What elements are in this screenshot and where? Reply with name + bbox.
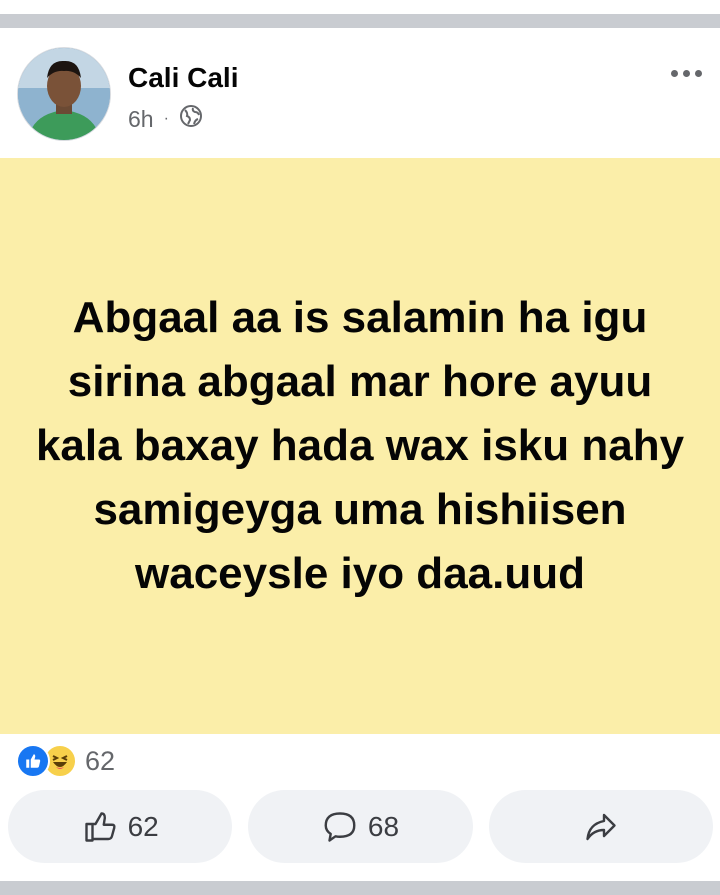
reaction-summary[interactable]: 62: [16, 744, 115, 778]
reaction-count: 62: [85, 745, 116, 776]
share-icon: [583, 809, 619, 845]
thumbs-up-icon: [82, 809, 118, 845]
post-time[interactable]: 6h: [128, 106, 154, 133]
more-options-icon[interactable]: [671, 70, 702, 77]
post-actions: 62 68: [8, 790, 713, 863]
comment-count: 68: [367, 810, 400, 842]
avatar[interactable]: [17, 47, 111, 141]
post-text: Abgaal aa is salamin ha igu sirina abgaa…: [35, 293, 685, 598]
author-name[interactable]: Cali Cali: [128, 62, 238, 94]
share-button[interactable]: [488, 790, 713, 863]
post-body: Abgaal aa is salamin ha igu sirina abgaa…: [0, 158, 720, 734]
post-meta: 6h ·: [128, 104, 203, 134]
like-reaction-icon: [16, 744, 50, 778]
comment-icon: [322, 809, 358, 845]
post-header: Cali Cali 6h ·: [0, 28, 720, 158]
comment-button[interactable]: 68: [248, 790, 473, 863]
like-count: 62: [127, 810, 159, 842]
meta-separator: ·: [163, 110, 169, 127]
bottom-divider: [0, 881, 720, 895]
globe-icon: [179, 104, 203, 134]
top-divider: [0, 0, 720, 28]
like-button[interactable]: 62: [8, 790, 233, 863]
